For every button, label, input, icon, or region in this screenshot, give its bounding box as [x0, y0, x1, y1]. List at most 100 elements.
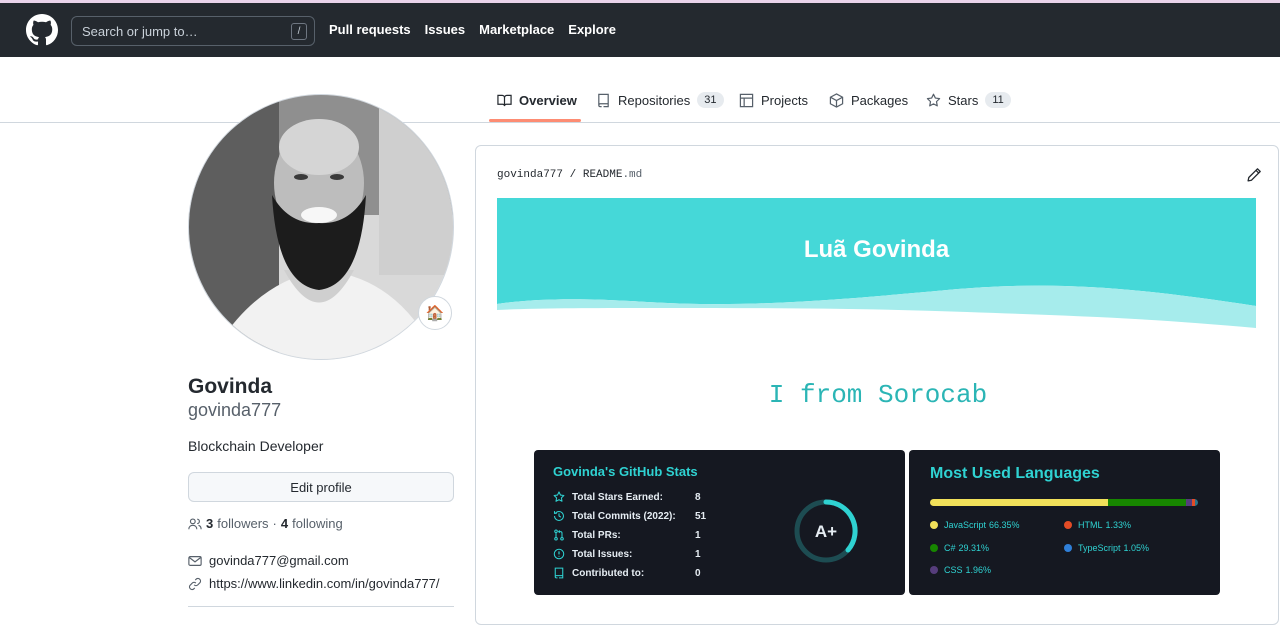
language-name: HTML — [1078, 520, 1103, 530]
followers-count[interactable]: 3 — [206, 516, 213, 531]
banner-title: Luã Govinda — [803, 236, 950, 263]
linkedin-link[interactable]: https://www.linkedin.com/in/govinda777/ — [209, 576, 440, 591]
tab-stars[interactable]: Stars 11 — [926, 90, 1011, 110]
github-stats-card[interactable]: Govinda's GitHub Stats Total Stars Earne… — [534, 450, 905, 595]
tab-label: Stars — [948, 92, 979, 108]
language-legend-item: C# 29.31% — [930, 543, 989, 553]
status-badge[interactable]: 🏠 — [418, 296, 452, 330]
search-input[interactable] — [82, 23, 282, 39]
css-dot — [930, 566, 938, 574]
nav-explore[interactable]: Explore — [568, 22, 616, 37]
typing-text: I from Sorocab — [768, 380, 988, 410]
tab-projects[interactable]: Projects — [739, 90, 808, 110]
stat-value: 8 — [695, 491, 701, 503]
language-percent: 66.35% — [989, 520, 1020, 530]
tab-label: Packages — [851, 92, 909, 108]
stat-value: 1 — [695, 548, 701, 560]
stat-label: Total PRs: — [572, 529, 621, 541]
active-tab-indicator — [489, 119, 581, 122]
search-box[interactable]: / — [71, 16, 315, 46]
github-mark-icon[interactable] — [26, 14, 58, 46]
table-icon — [739, 93, 754, 107]
typescript-dot — [1064, 544, 1072, 552]
languages-progress-bar — [930, 499, 1198, 506]
language-legend-item: JavaScript 66.35% — [930, 520, 1020, 530]
following-link[interactable]: following — [292, 516, 343, 531]
language-bar-segment — [930, 499, 1108, 506]
stat-label: Total Commits (2022): — [572, 510, 676, 522]
repo-icon — [598, 93, 609, 107]
sidebar-divider — [188, 606, 454, 607]
readme-file-ext: .md — [622, 169, 643, 181]
stat-row: Total PRs: 1 — [553, 529, 715, 541]
history-icon — [553, 510, 565, 522]
nav-issues[interactable]: Issues — [425, 22, 465, 37]
issue-icon — [553, 548, 565, 560]
language-percent: 1.05% — [1123, 543, 1150, 553]
wave-banner-graphic — [497, 198, 1256, 330]
mail-icon — [188, 555, 202, 566]
language-name: JavaScript — [944, 520, 987, 530]
tab-label: Overview — [519, 92, 577, 108]
edit-profile-button[interactable]: Edit profile — [188, 472, 454, 502]
tab-repositories[interactable]: Repositories 31 — [596, 90, 724, 110]
email-link[interactable]: govinda777@gmail.com — [209, 553, 349, 568]
csharp-dot — [930, 544, 938, 552]
language-legend-item: HTML 1.33% — [1064, 520, 1131, 530]
profile-readme-card: govinda777 / README.md Luã Govinda I fro… — [475, 145, 1279, 625]
stars-count-badge: 11 — [985, 92, 1011, 108]
language-percent: 29.31% — [958, 543, 990, 553]
email-row: govinda777@gmail.com — [188, 553, 349, 568]
language-legend-item: CSS 1.96% — [930, 565, 991, 575]
search-shortcut-key: / — [291, 23, 307, 40]
book-icon — [497, 94, 512, 106]
language-percent: 1.96% — [965, 565, 992, 575]
avatar[interactable] — [188, 94, 454, 360]
readme-breadcrumb: govinda777 / README.md — [497, 169, 642, 181]
language-legend-item: TypeScript 1.05% — [1064, 543, 1149, 553]
readme-banner: Luã Govinda — [497, 198, 1256, 330]
nav-pull-requests[interactable]: Pull requests — [329, 22, 411, 37]
followers-link[interactable]: followers — [217, 516, 268, 531]
stat-value: 1 — [695, 529, 701, 541]
following-count[interactable]: 4 — [281, 516, 288, 531]
stat-label: Total Issues: — [572, 548, 633, 560]
readme-file-link[interactable]: README.md — [583, 169, 642, 181]
readme-repo-link[interactable]: govinda777 — [497, 169, 563, 181]
house-emoji-icon: 🏠 — [425, 305, 445, 322]
readme-file-name: README — [582, 169, 623, 181]
star-icon — [926, 93, 941, 106]
most-used-languages-card[interactable]: Most Used Languages JavaScript 66.35% HT… — [909, 450, 1220, 595]
javascript-dot — [930, 521, 938, 529]
tab-label: Projects — [761, 92, 808, 108]
stat-row: Total Issues: 1 — [553, 548, 715, 560]
language-bar-segment — [1107, 499, 1187, 506]
language-percent: 1.33% — [1105, 520, 1132, 530]
repo-icon — [554, 567, 564, 579]
profile-username: govinda777 — [188, 400, 282, 420]
stat-label: Total Stars Earned: — [572, 491, 663, 503]
star-icon — [553, 491, 565, 502]
global-nav: Pull requests Issues Marketplace Explore — [329, 22, 616, 37]
language-name: TypeScript — [1078, 543, 1121, 553]
html-dot — [1064, 521, 1072, 529]
global-header: / Pull requests Issues Marketplace Explo… — [0, 3, 1280, 57]
language-bar-segment — [1195, 499, 1198, 506]
stat-row: Total Commits (2022): 51 — [553, 510, 715, 522]
language-name: C# — [944, 543, 956, 553]
separator-dot: · — [272, 516, 277, 531]
link-icon — [188, 577, 202, 590]
stat-value: 51 — [695, 510, 707, 522]
tab-label: Repositories — [618, 92, 691, 108]
path-separator: / — [569, 169, 577, 181]
tab-packages[interactable]: Packages — [829, 90, 908, 110]
pull-request-icon — [554, 529, 564, 541]
profile-bio: Blockchain Developer — [188, 438, 324, 454]
pencil-edit-icon[interactable] — [1246, 167, 1262, 183]
follow-stats: 3 followers · 4 following — [188, 516, 343, 531]
nav-marketplace[interactable]: Marketplace — [479, 22, 554, 37]
stat-row: Total Stars Earned: 8 — [553, 491, 715, 503]
stat-value: 0 — [695, 567, 701, 579]
grade-label: A+ — [814, 522, 838, 541]
tab-overview[interactable]: Overview — [497, 90, 577, 110]
